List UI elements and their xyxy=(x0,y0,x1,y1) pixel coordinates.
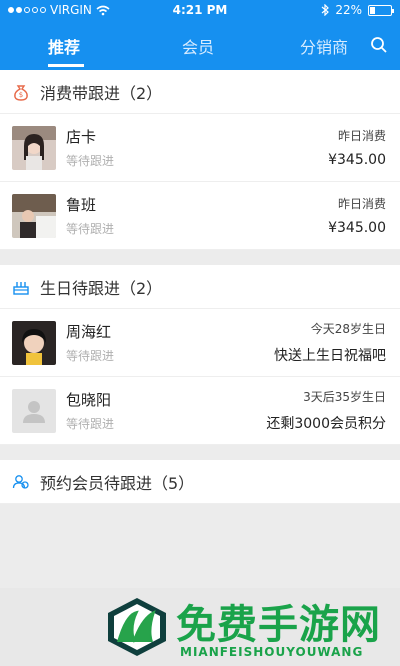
avatar xyxy=(12,320,56,365)
section-header[interactable]: 生日待跟进（2） xyxy=(0,265,400,309)
list-item[interactable]: 店卡 等待跟进 昨日消费 ¥345.00 xyxy=(0,114,400,182)
member-name: 鲁班 xyxy=(66,196,97,214)
list-item[interactable]: 鲁班 等待跟进 昨日消费 ¥345.00 xyxy=(0,182,400,250)
watermark-subtitle: MIANFEISHOUYOUWANG xyxy=(180,645,364,659)
section-appointment-followup: 预约会员待跟进（5） xyxy=(0,460,400,504)
cake-icon xyxy=(13,281,29,295)
followup-status: 等待跟进 xyxy=(66,349,115,363)
amount: ¥345.00 xyxy=(328,220,386,236)
active-tab-indicator xyxy=(48,64,84,67)
followup-status: 等待跟进 xyxy=(66,222,115,236)
svg-text:$: $ xyxy=(19,91,23,99)
site-logo xyxy=(108,598,166,656)
section-header[interactable]: 预约会员待跟进（5） xyxy=(0,460,400,504)
section-title: 消费带跟进（2） xyxy=(40,83,163,103)
event-label: 昨日消费 xyxy=(337,129,386,143)
watermark-title: 免费手游网 xyxy=(176,602,381,648)
section-birthday-followup: 生日待跟进（2） 周海红 等待跟进 今天28岁生日 快送上生日祝福吧 包晓阳 等… xyxy=(0,265,400,445)
member-name: 周海红 xyxy=(66,323,112,341)
section-header[interactable]: $ 消费带跟进（2） xyxy=(0,70,400,114)
avatar xyxy=(12,125,56,170)
section-title: 生日待跟进（2） xyxy=(40,278,163,298)
birthday-note: 快送上生日祝福吧 xyxy=(274,348,386,364)
event-label: 昨日消费 xyxy=(337,197,386,211)
section-consumption-followup: $ 消费带跟进（2） 店卡 等待跟进 昨日消费 ¥345.00 鲁班 等待跟进 … xyxy=(0,70,400,250)
followup-status: 等待跟进 xyxy=(66,154,115,168)
money-bag-icon: $ xyxy=(14,84,28,101)
followup-status: 等待跟进 xyxy=(66,417,115,431)
status-bar: VIRGIN 4:21 PM 22% xyxy=(0,0,400,20)
avatar xyxy=(12,193,56,238)
battery-percent: 22% xyxy=(335,3,362,17)
tab-members[interactable]: 会员 xyxy=(182,34,214,58)
list-item[interactable]: 周海红 等待跟进 今天28岁生日 快送上生日祝福吧 xyxy=(0,309,400,377)
section-title: 预约会员待跟进（5） xyxy=(40,473,195,493)
member-name: 包晓阳 xyxy=(66,391,112,409)
list-item[interactable]: 包晓阳 等待跟进 3天后35岁生日 还剩3000会员积分 xyxy=(0,377,400,445)
birthday-label: 3天后35岁生日 xyxy=(303,390,386,404)
birthday-label: 今天28岁生日 xyxy=(310,322,386,336)
top-nav: 推荐 会员 分销商 xyxy=(0,20,400,70)
watermark-banner: 免费手游网 MIANFEISHOUYOUWANG xyxy=(0,588,400,666)
amount: ¥345.00 xyxy=(328,152,386,168)
member-name: 店卡 xyxy=(66,128,97,146)
battery-icon xyxy=(368,4,394,16)
members-icon xyxy=(12,474,29,489)
search-icon[interactable] xyxy=(370,36,388,54)
tab-distributors[interactable]: 分销商 xyxy=(300,34,348,58)
points-note: 还剩3000会员积分 xyxy=(266,416,386,432)
tab-recommend[interactable]: 推荐 xyxy=(48,34,80,58)
bluetooth-icon xyxy=(321,4,330,16)
avatar-placeholder-icon xyxy=(12,388,56,433)
